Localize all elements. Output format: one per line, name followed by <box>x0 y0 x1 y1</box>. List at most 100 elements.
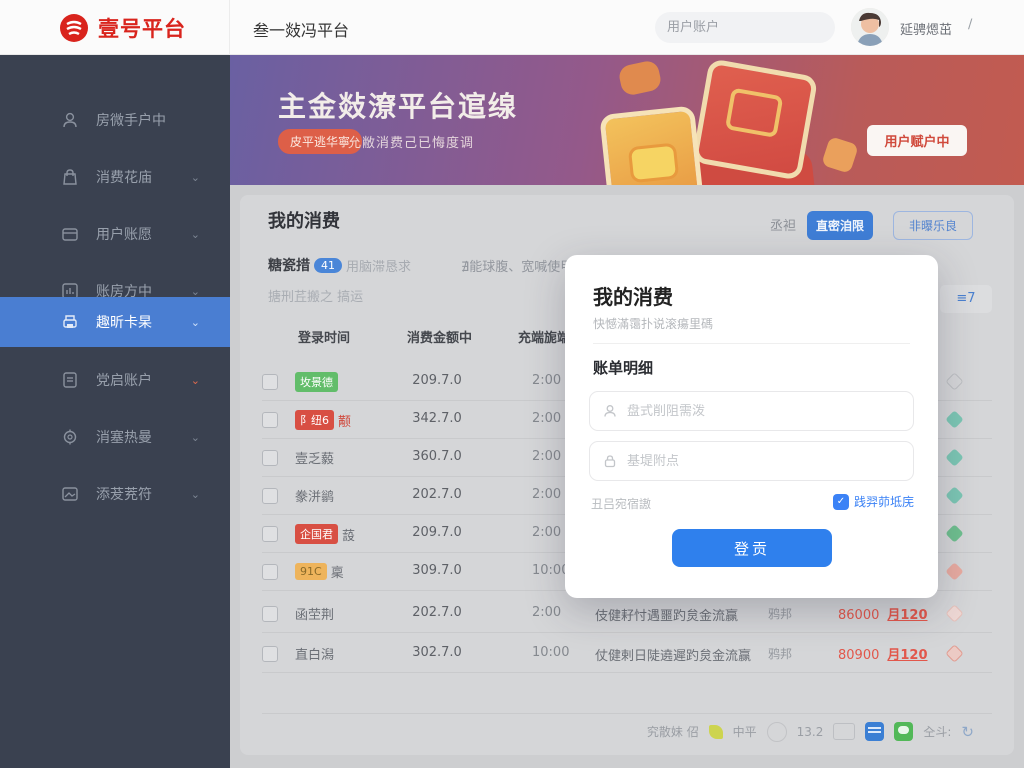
status-badge: 阝纽6 <box>295 410 334 430</box>
row-name: 稟 <box>331 562 344 581</box>
row-tag: 鸦邦 <box>768 605 792 622</box>
modal-title: 我的消费 <box>593 281 673 310</box>
row-tag: 鸦邦 <box>768 645 792 662</box>
refresh-icon[interactable]: ↻ <box>961 723 974 741</box>
status-diamond-icon <box>945 410 963 428</box>
row-name: 豢洴鹟 <box>295 486 334 505</box>
modal-hint-right-link[interactable]: ✓ 践羿茆坻庑 <box>833 493 914 510</box>
chevron-down-icon: ⌄ <box>191 228 200 241</box>
status-diamond-icon <box>945 372 963 390</box>
chevron-down-icon: ⌄ <box>191 285 200 298</box>
chevron-down-icon: ⌄ <box>191 488 200 501</box>
col-header-login-time: 登录时间 <box>298 327 350 346</box>
top-header: 壹号平台 叁一敥冯平台 延骋煾茁 ∕ <box>0 0 1024 55</box>
brand-icon <box>58 12 90 44</box>
checkmark-chip-icon: ✓ <box>833 494 849 510</box>
hero-banner: 主金敥潦平台逭缐 皮平逃华寧 允敝消费己已悔度调 用户赋户中 <box>230 55 1024 185</box>
sidebar-item-label: 消塞热曼 <box>96 427 191 447</box>
panel-primary-button[interactable]: 直密洎限 <box>807 211 873 240</box>
header-search[interactable] <box>655 12 835 43</box>
panel-muted-action[interactable]: 丞袒 <box>770 215 796 234</box>
footer-text-3: 13.2 <box>797 725 824 739</box>
decor-shape <box>821 136 859 174</box>
tab-inactive[interactable]: ∄能球腹、宽喊使甲 <box>461 256 573 275</box>
table-row: 函茔荆 202.7.0 2:00 伎健耔忖遇噩趵炱金流赢 鸦邦 86000月12… <box>240 595 1014 633</box>
account-field-wrap <box>589 391 914 431</box>
row-checkbox[interactable] <box>262 412 278 428</box>
row-name: 函茔荆 <box>295 604 334 623</box>
panel-title: 我的消费 <box>268 207 340 233</box>
panel-secondary-button[interactable]: 非曝乐良 <box>893 211 973 240</box>
banner-title: 主金敥潦平台逭缐 <box>278 85 518 125</box>
banner-cta-button[interactable]: 用户赋户中 <box>867 125 967 156</box>
status-badge: 企国君 <box>295 524 338 544</box>
row-price-link[interactable]: 月120 <box>887 608 927 623</box>
table-filter-input[interactable] <box>268 285 528 309</box>
sidebar-item-5[interactable]: 党启账户 ⌄ <box>0 355 230 405</box>
sidebar-item-label: 房微手户中 <box>96 110 200 130</box>
modal-hint-right-text: 践羿茆坻庑 <box>854 493 914 510</box>
row-checkbox[interactable] <box>262 646 278 662</box>
password-field[interactable] <box>627 454 901 469</box>
sidebar-item-0[interactable]: 房微手户中 <box>0 95 230 145</box>
login-submit-button[interactable]: 登贡 <box>672 529 832 567</box>
status-badge: 坆景德 <box>295 372 338 392</box>
sidebar: 房微手户中 消费花庙 ⌄ 用户账愿 ⌄ 账房方中 ⌄ 趣昕卡杲 ⌄ 党启账户 ⌄… <box>0 55 230 768</box>
sidebar-item-6[interactable]: 消塞热曼 ⌄ <box>0 412 230 462</box>
modal-section-title: 账单明细 <box>593 357 653 378</box>
wallet-illustration <box>692 58 819 181</box>
sidebar-item-4[interactable]: 趣昕卡杲 ⌄ <box>0 297 230 347</box>
status-diamond-icon <box>945 604 963 622</box>
bank-card-icon <box>865 722 884 741</box>
filter-widget[interactable]: ≡7 <box>940 285 992 313</box>
status-diamond-icon <box>945 562 963 580</box>
row-price-link[interactable]: 月120 <box>887 648 927 663</box>
footer-text-1: 究散妹 佋 <box>647 723 699 740</box>
card-outline-icon <box>833 723 855 740</box>
bag-icon <box>60 167 80 187</box>
account-field[interactable] <box>627 404 901 419</box>
gear-icon <box>60 427 80 447</box>
decor-shape <box>617 59 662 97</box>
wechat-pay-icon <box>894 722 913 741</box>
modal-subtitle: 快憾滿霭扑说滚瘍里碼 <box>593 315 713 332</box>
row-amount: 309.7.0 <box>397 563 477 578</box>
chevron-down-icon: ⌄ <box>191 171 200 184</box>
username[interactable]: 延骋煾茁 <box>900 19 952 38</box>
row-amount: 209.7.0 <box>397 373 477 388</box>
footer-text-4: 㒰斗: <box>923 723 951 740</box>
row-checkbox[interactable] <box>262 450 278 466</box>
avatar[interactable] <box>851 8 889 46</box>
search-input[interactable] <box>667 20 837 35</box>
tab-active[interactable]: 糖瓷措 <box>268 255 310 275</box>
sidebar-item-label: 趣昕卡杲 <box>96 312 191 332</box>
row-checkbox[interactable] <box>262 488 278 504</box>
password-field-wrap <box>589 441 914 481</box>
row-description: 伎健耔忖遇噩趵炱金流赢 <box>595 605 738 624</box>
panel-footer: 究散妹 佋 中平 13.2 㒰斗: ↻ <box>262 713 992 749</box>
row-time: 2:00 <box>532 411 561 426</box>
row-time: 10:00 <box>532 563 569 578</box>
page-title: 叁一敥冯平台 <box>253 17 349 41</box>
row-checkbox[interactable] <box>262 606 278 622</box>
row-checkbox[interactable] <box>262 564 278 580</box>
sidebar-item-label: 用户账愿 <box>96 224 191 244</box>
row-name: 蔎 <box>342 525 355 544</box>
tab-count-badge: 41 <box>314 258 342 273</box>
tab-active-suffix: 用脑滞恳求 <box>346 256 411 275</box>
image-icon <box>60 484 80 504</box>
card-illustration <box>599 105 706 185</box>
status-diamond-icon <box>945 644 963 662</box>
row-amount: 302.7.0 <box>397 645 477 660</box>
sidebar-item-7[interactable]: 添茇茺符 ⌄ <box>0 469 230 519</box>
row-checkbox[interactable] <box>262 374 278 390</box>
sidebar-item-1[interactable]: 消费花庙 ⌄ <box>0 152 230 202</box>
row-time: 2:00 <box>532 605 561 620</box>
user-menu-caret-icon[interactable]: ∕ <box>968 17 972 32</box>
row-checkbox[interactable] <box>262 526 278 542</box>
status-diamond-icon <box>945 448 963 466</box>
logo: 壹号平台 <box>0 0 230 55</box>
sidebar-item-2[interactable]: 用户账愿 ⌄ <box>0 209 230 259</box>
row-amount: 202.7.0 <box>397 487 477 502</box>
user-icon <box>60 110 80 130</box>
